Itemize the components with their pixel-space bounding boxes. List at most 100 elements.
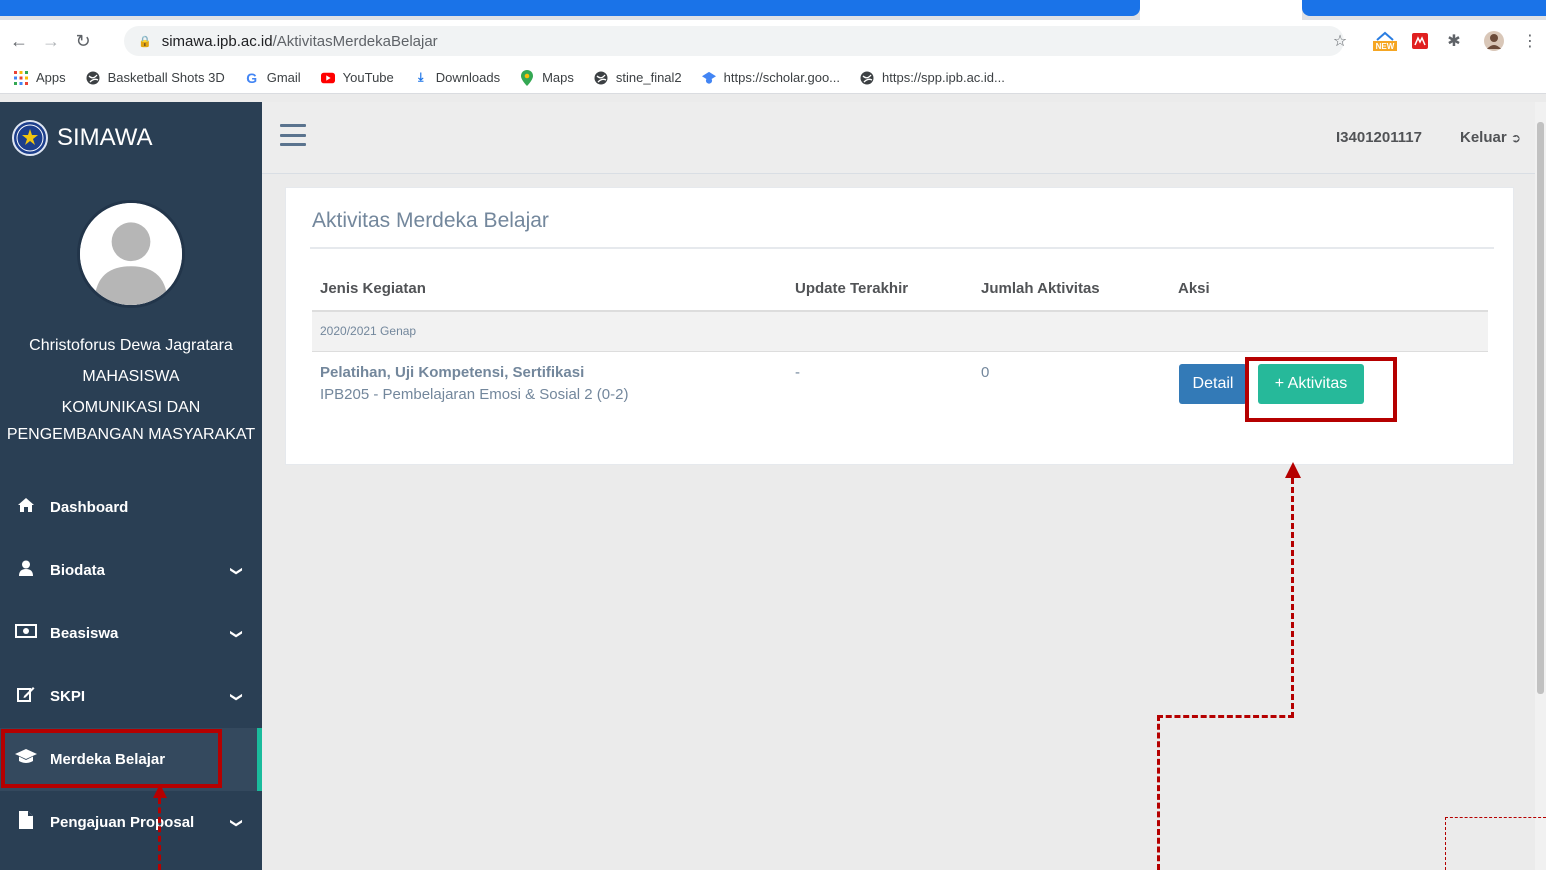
puzzle-icon[interactable]: ✱ (1444, 30, 1464, 52)
money-icon (14, 624, 38, 643)
bookmark-apps[interactable]: Apps (14, 70, 66, 85)
bookmark-label: Gmail (266, 70, 301, 85)
sidebar-item-label: SKPI (50, 688, 86, 705)
bookmark-basketball[interactable]: Basketball Shots 3D (86, 70, 225, 85)
url-path: /AktivitasMerdekaBelajar (272, 32, 438, 50)
profile-name: Christoforus Dewa Jagratara (29, 337, 233, 354)
extension-new-icon[interactable]: NEW (1370, 30, 1400, 52)
sidebar-item-pengajuan-proposal[interactable]: Pengajuan Proposal ❯ (0, 791, 262, 854)
globe-icon (860, 71, 874, 85)
home-icon (14, 497, 38, 518)
title-divider (310, 247, 1494, 249)
bookmarks-bar: Apps Basketball Shots 3D G Gmail YouTube… (0, 62, 1546, 94)
semester-group-row: 2020/2021 Genap (312, 312, 1488, 352)
bookmark-label: https://scholar.goo... (723, 70, 841, 85)
bookmark-youtube[interactable]: YouTube (320, 70, 394, 85)
browser-tab-strip (0, 0, 1546, 20)
top-nav: I3401201117 Keluar ➲ (262, 102, 1546, 174)
profile-dept-line2: PENGEMBANGAN MASYARAKAT (6, 426, 256, 443)
bookmark-label: YouTube (342, 70, 394, 85)
brand-name: SIMAWA (57, 124, 153, 151)
globe-icon (86, 71, 100, 85)
chevron-down-icon: ❯ (229, 565, 244, 576)
google-g-icon: G (246, 69, 258, 86)
extension-red-icon[interactable] (1410, 30, 1430, 52)
activity-panel: Aktivitas Merdeka Belajar Jenis Kegiatan… (285, 187, 1514, 465)
address-bar[interactable]: 🔒 simawa.ipb.ac.id/AktivitasMerdekaBelaj… (124, 26, 1344, 56)
browser-toolbar: ← → ↻ 🔒 simawa.ipb.ac.id/AktivitasMerdek… (0, 20, 1546, 62)
column-header: Jenis Kegiatan (320, 280, 426, 297)
profile-info: Christoforus Dewa Jagratara MAHASISWA KO… (0, 330, 262, 447)
active-tab[interactable] (1140, 0, 1302, 20)
jumlah-aktivitas: 0 (981, 364, 990, 381)
sign-out-icon: ➲ (1510, 131, 1521, 145)
sidebar-item-beasiswa[interactable]: Beasiswa ❯ (0, 602, 262, 665)
reload-icon[interactable]: ↻ (70, 28, 96, 54)
back-arrow-icon[interactable]: ← (6, 28, 32, 54)
apps-grid-icon (14, 70, 28, 85)
map-pin-icon (520, 69, 534, 86)
column-header: Update Terakhir (795, 280, 909, 297)
url-host: simawa.ipb.ac.id (161, 32, 273, 50)
user-id[interactable]: I3401201117 (1336, 129, 1422, 146)
profile-role: MAHASISWA (82, 368, 180, 385)
detail-button[interactable]: Detail (1179, 364, 1247, 404)
bookmark-label: Downloads (435, 70, 501, 85)
bookmark-label: https://spp.ipb.ac.id... (882, 70, 1005, 85)
lock-icon: 🔒 (138, 35, 152, 48)
bookmark-label: stine_final2 (615, 70, 682, 85)
download-icon: ⤓ (418, 70, 424, 84)
ipb-logo-icon (12, 120, 48, 156)
annotation-line (1157, 715, 1294, 718)
inactive-tabs[interactable] (0, 0, 1140, 16)
arrow-up-icon (1285, 462, 1301, 478)
bookmark-stine[interactable]: stine_final2 (594, 70, 682, 85)
page-scrollbar[interactable] (1535, 102, 1546, 870)
annotation-line (158, 798, 161, 870)
file-icon (14, 811, 38, 834)
highlight-merdeka-belajar (1, 729, 222, 788)
globe-icon (594, 71, 608, 85)
annotation-line (1445, 817, 1546, 818)
sidebar-item-skpi[interactable]: SKPI ❯ (0, 665, 262, 728)
youtube-icon (320, 71, 335, 85)
bookmark-scholar[interactable]: https://scholar.goo... (701, 70, 841, 85)
bookmark-label: Maps (542, 70, 574, 85)
highlight-add-aktivitas (1245, 357, 1397, 422)
chevron-down-icon: ❯ (229, 691, 244, 702)
bookmark-label: Basketball Shots 3D (107, 70, 225, 85)
browser-menu-icon[interactable]: ⋮ (1522, 30, 1538, 52)
annotation-line (1445, 817, 1446, 870)
arrow-up-icon (153, 784, 167, 798)
sidebar-item-biodata[interactable]: Biodata ❯ (0, 539, 262, 602)
forward-arrow-icon[interactable]: → (38, 28, 64, 54)
bookmark-gmail[interactable]: G Gmail (245, 69, 301, 86)
logout-button[interactable]: Keluar ➲ (1460, 129, 1521, 146)
profile-avatar-icon[interactable] (1482, 30, 1506, 52)
page-title: Aktivitas Merdeka Belajar (312, 209, 549, 232)
sidebar-item-label: Biodata (50, 562, 106, 579)
scholar-icon (701, 71, 716, 85)
column-header: Aksi (1178, 280, 1210, 297)
user-icon (14, 560, 38, 581)
column-header: Jumlah Aktivitas (981, 280, 1100, 297)
hamburger-menu-icon[interactable] (280, 124, 306, 146)
annotation-line (1157, 715, 1160, 870)
edit-icon (14, 686, 38, 707)
bookmark-spp[interactable]: https://spp.ipb.ac.id... (860, 70, 1005, 85)
sidebar-item-label: Beasiswa (50, 625, 119, 642)
bookmark-maps[interactable]: Maps (520, 69, 574, 86)
bookmark-star-icon[interactable]: ☆ (1330, 30, 1350, 52)
sidebar-item-label: Pengajuan Proposal (50, 814, 195, 831)
bookmark-label: Apps (36, 70, 66, 85)
scrollbar-thumb[interactable] (1537, 122, 1544, 694)
sidebar-item-dashboard[interactable]: Dashboard (0, 476, 262, 539)
brand[interactable]: SIMAWA (12, 120, 153, 156)
annotation-line (1291, 478, 1294, 718)
update-terakhir: - (795, 364, 800, 381)
mata-kuliah: IPB205 - Pembelajaran Emosi & Sosial 2 (… (320, 386, 629, 403)
sidebar-menu: Dashboard Biodata ❯ Beasiswa ❯ SKPI ❯ Me… (0, 476, 262, 854)
chevron-down-icon: ❯ (229, 817, 244, 828)
bookmark-downloads[interactable]: ⤓ Downloads (414, 70, 500, 85)
inactive-tabs-right[interactable] (1302, 0, 1546, 16)
